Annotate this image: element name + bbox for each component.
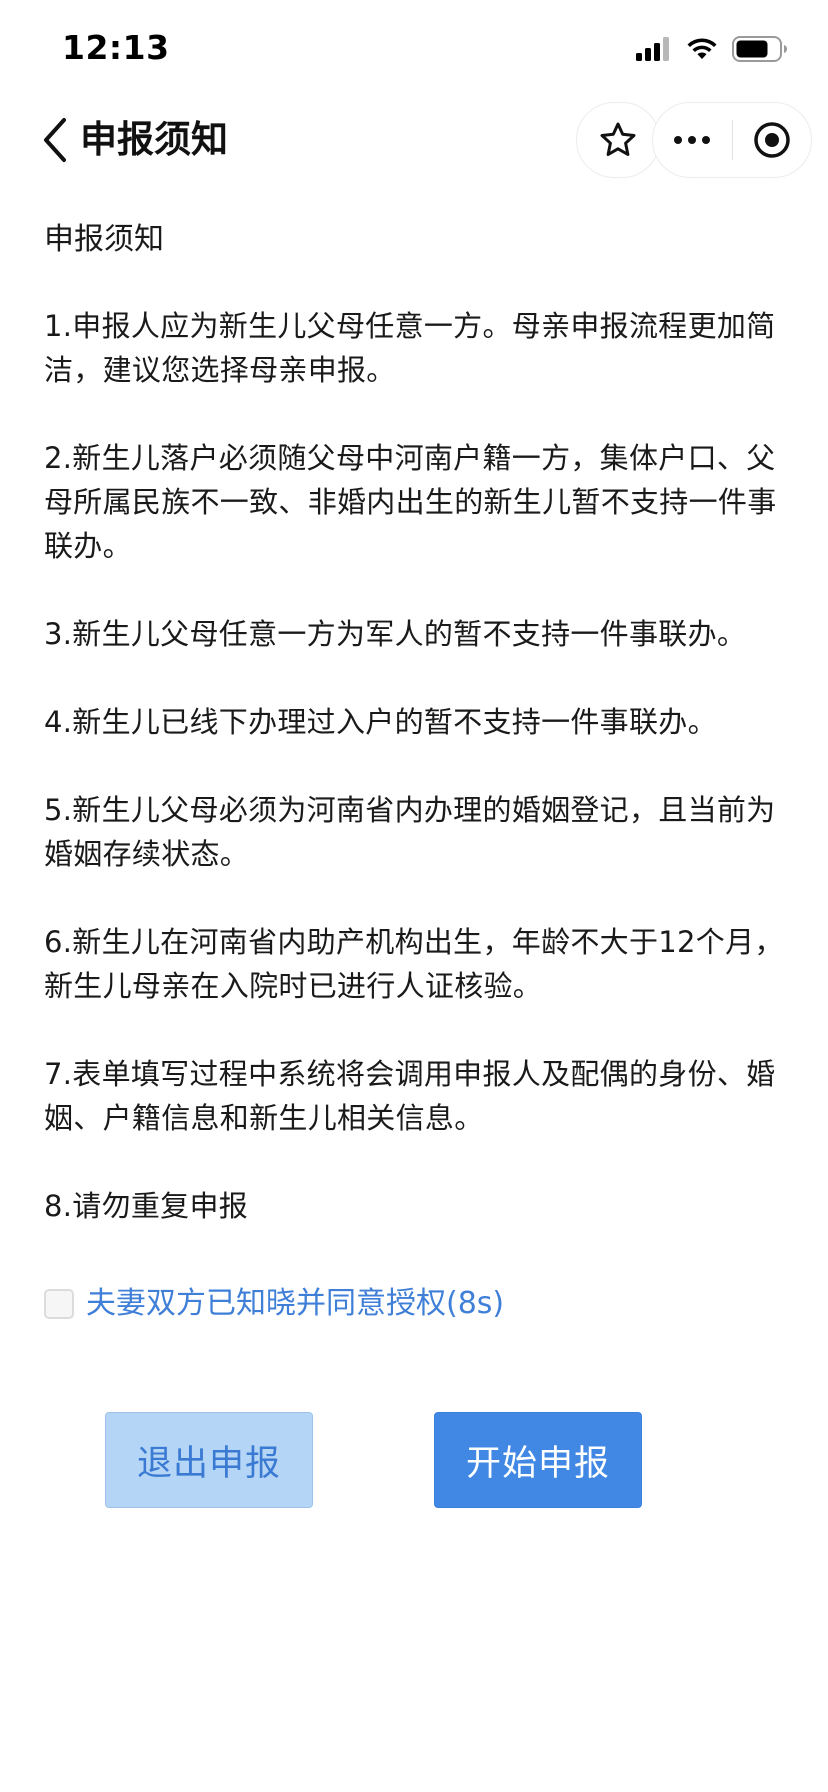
wifi-icon xyxy=(687,38,717,59)
star-icon xyxy=(600,122,636,156)
back-icon[interactable] xyxy=(36,110,76,170)
status-time: 12:13 xyxy=(62,28,170,67)
exit-declaration-button[interactable]: 退出申报 xyxy=(105,1412,313,1508)
notice-item: 7.表单填写过程中系统将会调用申报人及配偶的身份、婚姻、户籍信息和新生儿相关信息… xyxy=(44,1057,776,1135)
notice-item: 3.新生儿父母任意一方为军人的暂不支持一件事联办。 xyxy=(44,617,747,651)
status-bar: 12:13 xyxy=(0,0,828,96)
target-icon xyxy=(754,122,790,158)
notice-item: 5.新生儿父母必须为河南省内办理的婚姻登记，且当前为婚姻存续状态。 xyxy=(44,793,776,871)
consent-label[interactable]: 夫妻双方已知晓并同意授权(8s) xyxy=(86,1282,504,1326)
signal-icon xyxy=(636,37,669,61)
nav-title: 申报须知 xyxy=(80,118,228,161)
notice-item: 6.新生儿在河南省内助产机构出生，年龄不大于12个月，新生儿母亲在入院时已进行人… xyxy=(44,925,784,1003)
notice-item: 2.新生儿落户必须随父母中河南户籍一方，集体户口、父母所属民族不一致、非婚内出生… xyxy=(44,441,777,563)
start-declaration-button[interactable]: 开始申报 xyxy=(434,1412,642,1508)
battery-icon xyxy=(732,36,787,62)
notice-item: 1.申报人应为新生儿父母任意一方。母亲申报流程更加简洁，建议您选择母亲申报。 xyxy=(44,309,776,387)
notice-content: 申报须知 1.申报人应为新生儿父母任意一方。母亲申报流程更加简洁，建议您选择母亲… xyxy=(44,218,784,1272)
more-icon xyxy=(674,136,711,144)
close-mini-program-button[interactable] xyxy=(733,103,812,177)
favorite-button[interactable] xyxy=(576,102,660,178)
status-icons xyxy=(636,36,788,62)
consent-checkbox[interactable] xyxy=(44,1289,74,1319)
notice-item: 4.新生儿已线下办理过入户的暂不支持一件事联办。 xyxy=(44,705,717,739)
nav-bar: 申报须知 xyxy=(0,96,828,206)
notice-section-title: 申报须知 xyxy=(44,222,164,257)
mini-program-capsule xyxy=(652,102,812,178)
notice-item: 8.请勿重复申报 xyxy=(44,1189,249,1223)
more-button[interactable] xyxy=(653,103,732,177)
consent-row[interactable]: 夫妻双方已知晓并同意授权(8s) xyxy=(44,1282,504,1326)
